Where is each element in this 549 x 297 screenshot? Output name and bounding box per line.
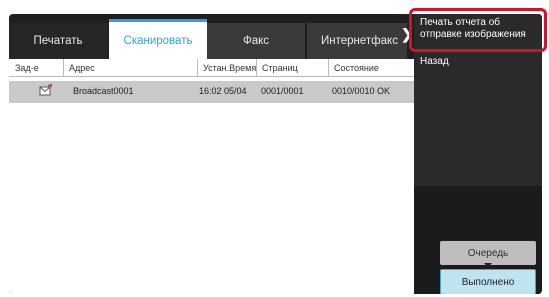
tab-print-label: Печатать [33, 35, 83, 47]
menu-item-back[interactable]: Назад [420, 56, 538, 68]
tab-scan[interactable]: Сканировать [109, 19, 207, 59]
queue-button[interactable]: Очередь [440, 241, 536, 265]
job-status-table: Зад-е Адрес Устан.Время Страниц Состояни… [9, 59, 414, 294]
screenshot-frame: Печатать Сканировать Факс Интернетфакс ❯… [0, 0, 549, 297]
column-header-status: Состояние [328, 59, 379, 77]
device-screen: Печатать Сканировать Факс Интернетфакс ❯… [9, 14, 542, 294]
column-header-set-time: Устан.Время [197, 59, 256, 77]
row-set-time: 16:02 05/04 [199, 86, 247, 96]
caret-down-icon [484, 263, 492, 268]
row-pages: 0001/0001 [261, 86, 304, 96]
mode-tabs: Печатать Сканировать Факс Интернетфакс [9, 19, 409, 59]
tab-fax[interactable]: Факс [207, 23, 305, 59]
tab-internet-fax-label: Интернетфакс [321, 35, 398, 47]
table-header: Зад-е Адрес Устан.Время Страниц Состояни… [9, 59, 414, 77]
action-panel: Печать отчета об отправке изображения На… [414, 14, 542, 294]
tab-print[interactable]: Печатать [9, 23, 107, 59]
table-row[interactable]: Broadcast0001 16:02 05/04 0001/0001 0010… [9, 81, 414, 103]
column-header-address: Адрес [63, 59, 95, 77]
completed-button[interactable]: Выполнено [440, 269, 536, 294]
highlight-frame [409, 8, 547, 52]
column-header-job: Зад-е [15, 63, 39, 73]
tab-fax-label: Факс [242, 35, 270, 47]
column-header-pages: Страниц [256, 59, 298, 77]
row-status: 0010/0010 OK [332, 86, 391, 96]
tab-scan-label: Сканировать [123, 34, 193, 47]
envelope-send-icon [39, 83, 53, 98]
tab-internet-fax[interactable]: Интернетфакс [307, 23, 407, 59]
row-address: Broadcast0001 [73, 86, 134, 96]
